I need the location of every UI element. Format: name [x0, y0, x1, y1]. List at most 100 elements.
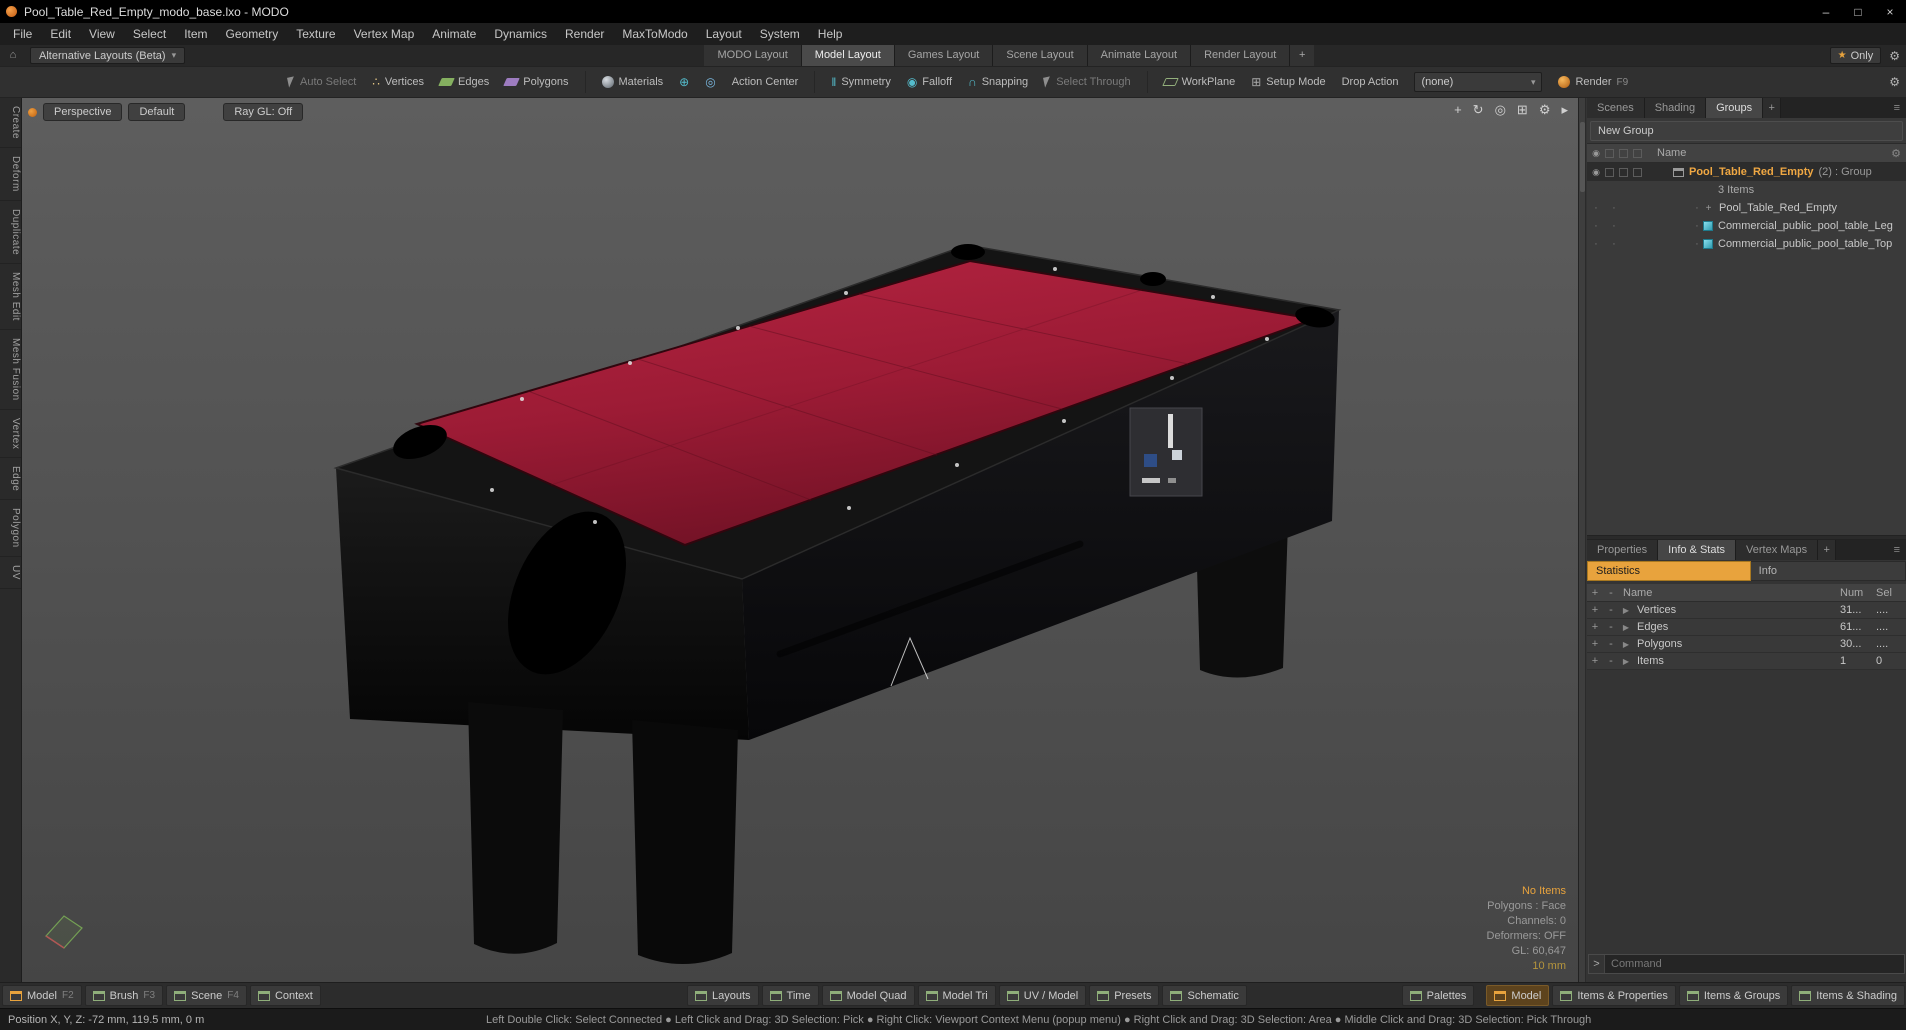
rotate-icon[interactable]: ↻ — [1473, 102, 1484, 118]
panel-scrollbar[interactable] — [1579, 98, 1586, 982]
toolbox-tab-edge[interactable]: Edge — [0, 458, 21, 501]
group-root-row[interactable]: ◉ Pool_Table_Red_Empty (2) : Group — [1587, 163, 1906, 181]
pan-icon[interactable]: + — [1454, 102, 1462, 118]
stats-row-polygons[interactable]: + - ▶ Polygons 30... .... — [1587, 636, 1906, 653]
menu-maxtomodo[interactable]: MaxToModo — [613, 23, 696, 45]
eye-dot-icon[interactable]: · — [1587, 202, 1605, 214]
viewport-settings-icon[interactable]: ⚙ — [1539, 102, 1551, 118]
tree-row[interactable]: · · · Commercial_public_pool_table_Leg — [1587, 217, 1906, 235]
auto-select-button[interactable]: Auto Select — [287, 76, 356, 88]
tab-scenes[interactable]: Scenes — [1587, 98, 1645, 118]
mode-scene-button[interactable]: Scene F4 — [166, 985, 247, 1006]
row-plus-button[interactable]: + — [1587, 638, 1603, 650]
tab-vertex-maps[interactable]: Vertex Maps — [1736, 540, 1819, 560]
time-button[interactable]: Time — [761, 985, 819, 1006]
command-bar[interactable]: > Command — [1588, 954, 1905, 974]
items-shading-button[interactable]: Items & Shading — [1791, 985, 1905, 1006]
gear-icon[interactable]: ⚙ — [1889, 49, 1900, 63]
tab-games-layout[interactable]: Games Layout — [894, 45, 994, 66]
row-plus-button[interactable]: + — [1587, 604, 1603, 616]
panel-menu-icon[interactable]: ≡ — [1888, 540, 1906, 560]
3d-viewport[interactable]: Perspective Default Ray GL: Off + ↻ ◎ ⊞ … — [22, 98, 1578, 982]
toolbox-tab-uv[interactable]: UV — [0, 557, 21, 589]
menu-layout[interactable]: Layout — [697, 23, 751, 45]
toolbox-tab-polygon[interactable]: Polygon — [0, 500, 21, 558]
polygons-mode-button[interactable]: Polygons — [503, 76, 569, 88]
vertices-mode-button[interactable]: ∴ Vertices — [372, 75, 424, 89]
row-plus-button[interactable]: + — [1587, 621, 1603, 633]
tab-info-stats[interactable]: Info & Stats — [1658, 540, 1737, 560]
menu-file[interactable]: File — [4, 23, 41, 45]
mode-context-button[interactable]: Context — [249, 985, 321, 1006]
layouts-button[interactable]: Layouts — [687, 985, 759, 1006]
workplane-button[interactable]: WorkPlane — [1161, 76, 1235, 88]
materials-mode-button[interactable]: Materials — [601, 76, 663, 88]
column-toggle-icon[interactable] — [1619, 148, 1628, 158]
stats-row-vertices[interactable]: + - ▶ Vertices 31... .... — [1587, 602, 1906, 619]
model-quad-button[interactable]: Model Quad — [821, 985, 915, 1006]
gear-icon[interactable]: ⚙ — [1891, 147, 1906, 160]
toolbox-tab-duplicate[interactable]: Duplicate — [0, 201, 21, 265]
snapping-button[interactable]: ∩ Snapping — [968, 75, 1028, 89]
viewport-sphere-icon[interactable] — [28, 107, 37, 117]
alternative-layouts-dropdown[interactable]: Alternative Layouts (Beta) ▾ — [30, 47, 186, 64]
menu-dynamics[interactable]: Dynamics — [485, 23, 556, 45]
eye-icon[interactable]: ◉ — [1587, 148, 1605, 159]
stats-row-items[interactable]: + - ▶ Items 1 0 — [1587, 653, 1906, 670]
eye-dot-icon[interactable]: · — [1587, 238, 1605, 250]
visibility-toggle[interactable] — [1605, 167, 1614, 177]
schematic-button[interactable]: Schematic — [1162, 985, 1247, 1006]
maximize-button[interactable]: □ — [1842, 0, 1874, 23]
action-center-button[interactable]: Action Center — [732, 76, 799, 88]
tab-scene-layout[interactable]: Scene Layout — [993, 45, 1088, 66]
tab-groups[interactable]: Groups — [1706, 98, 1764, 118]
palettes-button[interactable]: Palettes — [1401, 985, 1475, 1006]
row-minus-button[interactable]: - — [1603, 655, 1619, 667]
select-through-button[interactable]: Select Through — [1043, 76, 1131, 88]
eye-icon[interactable]: ◉ — [1587, 167, 1605, 178]
falloff-button[interactable]: ◉ Falloff — [907, 75, 952, 89]
orbit-icon-button[interactable]: ◎ — [705, 75, 715, 89]
only-button[interactable]: ★ Only — [1829, 47, 1882, 64]
edges-mode-button[interactable]: Edges — [438, 76, 489, 88]
zoom-icon[interactable]: ◎ — [1495, 102, 1506, 118]
workspace-model-button[interactable]: Model — [1486, 985, 1550, 1006]
subtab-info[interactable]: Info — [1750, 561, 1906, 581]
items-groups-button[interactable]: Items & Groups — [1678, 985, 1789, 1006]
collapse-all-button[interactable]: - — [1603, 587, 1619, 599]
expand-arrow-icon[interactable]: ▶ — [1619, 606, 1633, 615]
row-minus-button[interactable]: - — [1603, 621, 1619, 633]
menu-vertex-map[interactable]: Vertex Map — [345, 23, 424, 45]
action-center-icon-button[interactable]: ⊕ — [679, 75, 689, 89]
visibility-toggle[interactable] — [1633, 167, 1642, 177]
column-toggle-icon[interactable] — [1633, 148, 1642, 158]
tab-shading[interactable]: Shading — [1644, 98, 1707, 118]
uv-model-button[interactable]: UV / Model — [998, 985, 1087, 1006]
menu-view[interactable]: View — [80, 23, 124, 45]
close-button[interactable]: × — [1874, 0, 1906, 23]
presets-button[interactable]: Presets — [1089, 985, 1160, 1006]
default-shading-button[interactable]: Default — [128, 103, 186, 121]
tree-row[interactable]: · · · Commercial_public_pool_table_Top — [1587, 235, 1906, 253]
gear-icon[interactable]: ⚙ — [1889, 75, 1900, 89]
toggle-dot-icon[interactable]: · — [1605, 238, 1623, 250]
tab-modo-layout[interactable]: MODO Layout — [704, 45, 802, 66]
tab-render-layout[interactable]: Render Layout — [1191, 45, 1291, 66]
mode-brush-button[interactable]: Brush F3 — [84, 985, 164, 1006]
mode-model-button[interactable]: Model F2 — [2, 985, 82, 1006]
drop-action-dropdown[interactable]: (none) ▾ — [1414, 72, 1543, 92]
tab-properties[interactable]: Properties — [1587, 540, 1659, 560]
menu-texture[interactable]: Texture — [287, 23, 344, 45]
scrollbar-thumb[interactable] — [1580, 122, 1585, 192]
panel-menu-icon[interactable]: ≡ — [1888, 98, 1906, 118]
render-button[interactable]: Render F9 — [1558, 76, 1628, 88]
new-group-button[interactable]: New Group — [1590, 121, 1903, 141]
command-input[interactable]: Command — [1605, 958, 1662, 970]
expand-all-button[interactable]: + — [1587, 587, 1603, 599]
stats-row-edges[interactable]: + - ▶ Edges 61... .... — [1587, 619, 1906, 636]
tab-animate-layout[interactable]: Animate Layout — [1087, 45, 1192, 66]
tab-model-layout[interactable]: Model Layout — [801, 45, 895, 66]
setup-mode-button[interactable]: ⊞ Setup Mode — [1251, 75, 1325, 89]
toolbox-tab-create[interactable]: Create — [0, 98, 21, 149]
home-icon[interactable]: ⌂ — [0, 45, 26, 66]
